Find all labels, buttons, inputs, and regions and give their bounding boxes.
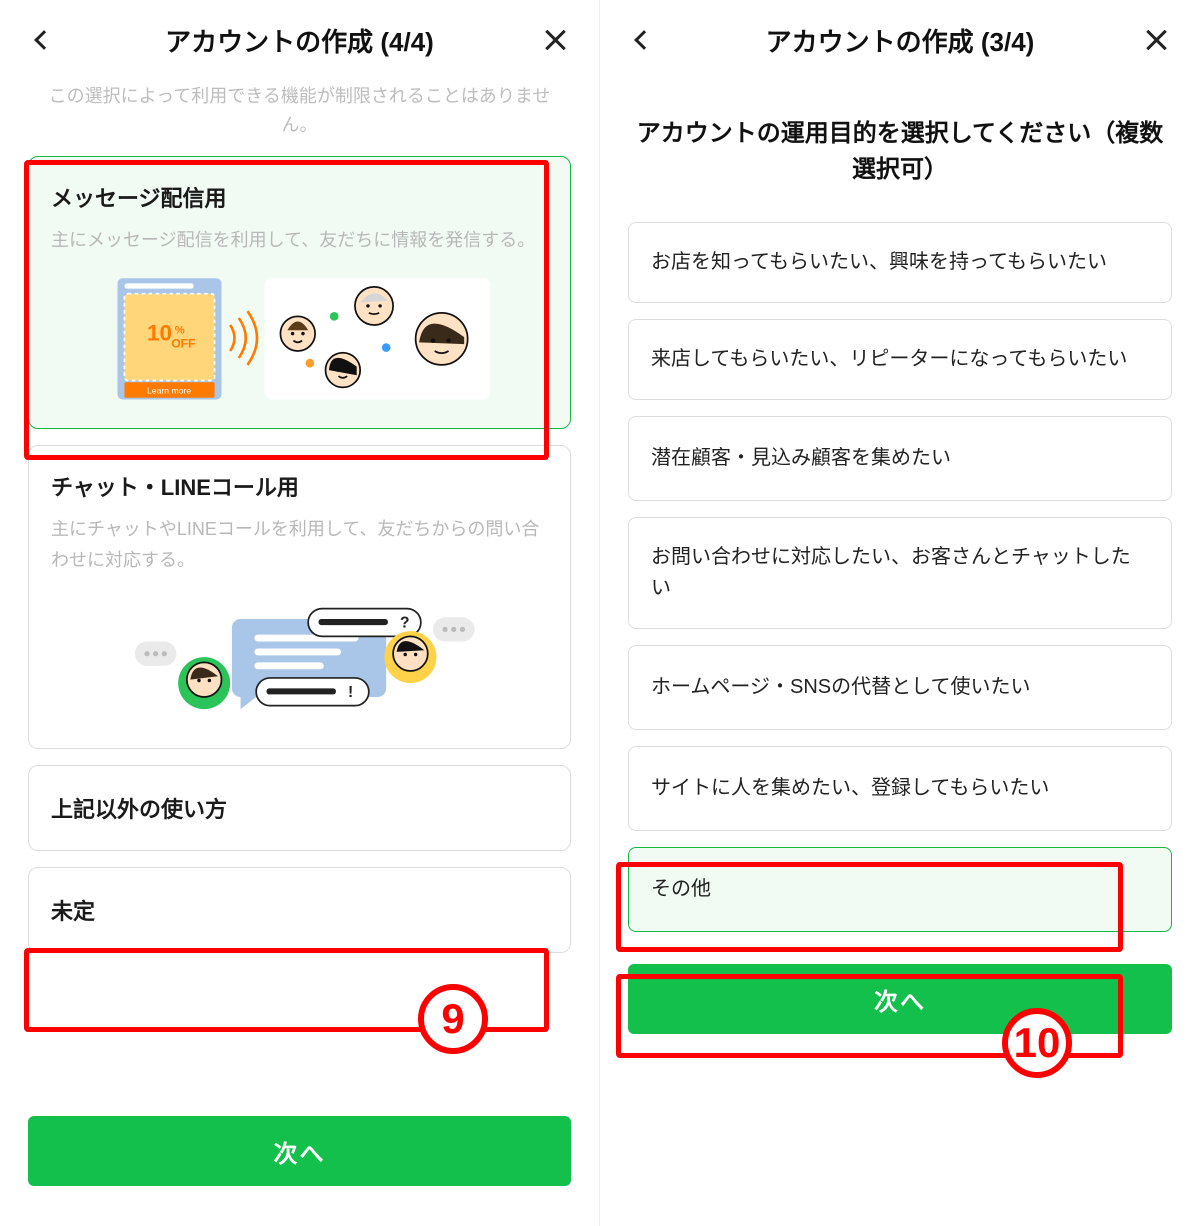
option-title: 上記以外の使い方 [51,792,548,824]
header: アカウントの作成 (3/4) [600,0,1200,78]
pane-step-3: アカウントの作成 (3/4) アカウントの運用目的を選択してください（複数選択可… [600,0,1200,1226]
purpose-label: お問い合わせに対応したい、お客さんとチャットしたい [651,546,1131,599]
purpose-item[interactable]: ホームページ・SNSの代替として使いたい [628,645,1172,730]
option-illustration: 10 % OFF Learn more [51,273,548,408]
usage-option-chat-call[interactable]: チャット・LINEコール用 主にチャットやLINEコールを利用して、友だちからの… [28,445,571,749]
chevron-left-icon [34,30,54,50]
purpose-label: 来店してもらいたい、リピーターになってもらいたい [651,348,1127,370]
option-title: メッセージ配信用 [51,181,548,213]
close-button[interactable] [535,20,575,60]
svg-text:10: 10 [147,321,172,346]
usage-option-messaging[interactable]: メッセージ配信用 主にメッセージ配信を利用して、友だちに情報を発信する。 10 … [28,156,571,430]
purpose-list: お店を知ってもらいたい、興味を持ってもらいたい 来店してもらいたい、リピーターに… [600,222,1200,948]
close-button[interactable] [1136,20,1176,60]
option-title: 未定 [51,894,548,926]
option-desc: 主にチャットやLINEコールを利用して、友だちからの問い合わせに対応する。 [51,514,548,575]
purpose-label: サイトに人を集めたい、登録してもらいたい [651,777,1049,799]
usage-option-undecided[interactable]: 未定 [28,867,571,953]
purpose-item[interactable]: 来店してもらいたい、リピーターになってもらいたい [628,319,1172,400]
purpose-item[interactable]: 潜在顧客・見込み顧客を集めたい [628,416,1172,501]
purpose-item[interactable]: お店を知ってもらいたい、興味を持ってもらいたい [628,222,1172,303]
pane-step-4: アカウントの作成 (4/4) この選択によって利用できる機能が制限されることはあ… [0,0,600,1226]
bottom-bar: 次へ [0,1100,599,1226]
close-icon [542,27,568,53]
svg-text:Learn more: Learn more [147,386,191,396]
next-button[interactable]: 次へ [28,1116,571,1186]
svg-text:%: % [175,325,185,337]
page-title: アカウントの作成 (3/4) [664,22,1136,59]
content: この選択によって利用できる機能が制限されることはありません。 メッセージ配信用 … [0,78,599,1100]
subtext: この選択によって利用できる機能が制限されることはありません。 [28,78,571,156]
header: アカウントの作成 (4/4) [0,0,599,78]
option-desc: 主にメッセージ配信を利用して、友だちに情報を発信する。 [51,225,548,256]
svg-text:OFF: OFF [171,337,195,351]
purpose-label: 潜在顧客・見込み顧客を集めたい [651,447,951,469]
purpose-label: ホームページ・SNSの代替として使いたい [651,676,1031,698]
back-button[interactable] [624,20,664,60]
bottom-bar: 次へ [600,948,1200,1074]
page-title: アカウントの作成 (4/4) [64,22,535,59]
purpose-item[interactable]: サイトに人を集めたい、登録してもらいたい [628,746,1172,831]
svg-text:?: ? [400,615,410,632]
close-icon [1143,27,1169,53]
purpose-item-other[interactable]: その他 [628,847,1172,932]
svg-text:!: ! [348,684,353,701]
purpose-label: その他 [651,878,711,900]
purpose-item[interactable]: お問い合わせに対応したい、お客さんとチャットしたい [628,517,1172,629]
option-illustration: ? ! [51,593,548,728]
purpose-label: お店を知ってもらいたい、興味を持ってもらいたい [651,251,1107,273]
section-heading: アカウントの運用目的を選択してください（複数選択可） [600,78,1200,222]
usage-option-other[interactable]: 上記以外の使い方 [28,765,571,851]
option-title: チャット・LINEコール用 [51,470,548,502]
next-button[interactable]: 次へ [628,964,1172,1034]
chevron-left-icon [634,30,654,50]
back-button[interactable] [24,20,64,60]
